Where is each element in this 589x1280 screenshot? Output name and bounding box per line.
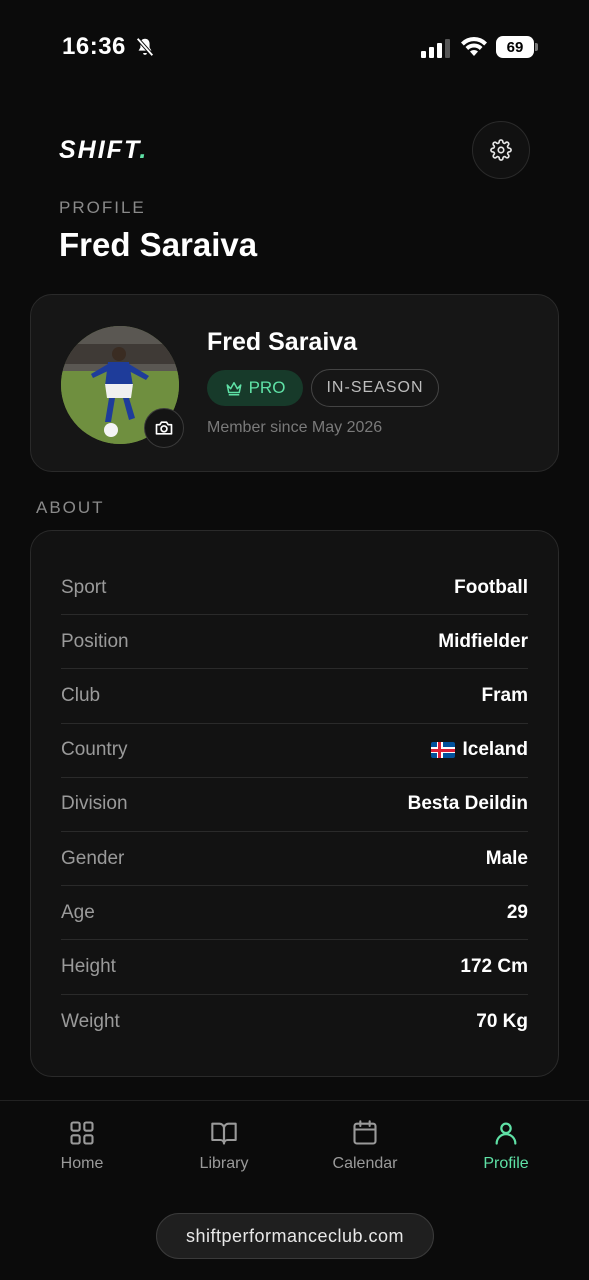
- section-eyebrow: PROFILE: [59, 198, 146, 217]
- logo-text: SHIFT: [59, 136, 140, 164]
- about-row-height: Height 172 Cm: [61, 940, 528, 995]
- about-card: Sport Football Position Midfielder Club …: [30, 530, 559, 1077]
- pro-badge: PRO: [207, 370, 303, 406]
- country-name: Iceland: [462, 739, 528, 761]
- about-row-position: Position Midfielder: [61, 615, 528, 670]
- change-photo-button[interactable]: [144, 408, 184, 448]
- home-grid-icon: [70, 1121, 94, 1145]
- nav-library[interactable]: Library: [174, 1119, 274, 1173]
- about-section-label: ABOUT: [36, 498, 105, 517]
- about-value: 172 Cm: [460, 955, 528, 977]
- user-icon: [495, 1122, 517, 1145]
- about-row-division: Division Besta Deildin: [61, 778, 528, 832]
- pro-badge-label: PRO: [248, 378, 286, 397]
- about-key: Club: [61, 684, 101, 706]
- about-value: Midfielder: [438, 630, 528, 652]
- profile-card: Fred Saraiva PRO IN-SEASON Member since …: [30, 294, 559, 472]
- about-value: 29: [506, 901, 528, 923]
- about-row-weight: Weight 70 Kg: [61, 995, 528, 1049]
- settings-button[interactable]: [472, 121, 530, 179]
- about-value-country: Iceland: [430, 739, 528, 761]
- about-key: Age: [61, 901, 95, 923]
- about-value: Male: [485, 847, 528, 869]
- battery-level: 69: [496, 36, 534, 58]
- status-bar: 16:36 69: [0, 0, 589, 96]
- about-key: Division: [61, 793, 128, 815]
- season-badge: IN-SEASON: [311, 369, 439, 407]
- about-value: Besta Deildin: [407, 793, 528, 815]
- about-row-age: Age 29: [61, 886, 528, 941]
- calendar-icon: [353, 1120, 377, 1145]
- url-bar[interactable]: shiftperformanceclub.com: [156, 1213, 434, 1259]
- member-since: Member since May 2026: [207, 419, 383, 436]
- crown-icon: [226, 382, 242, 396]
- about-key: Sport: [61, 576, 107, 598]
- bell-off-icon: [136, 37, 154, 57]
- battery-nub: [535, 43, 538, 51]
- nav-home[interactable]: Home: [32, 1119, 132, 1173]
- about-row-country: Country Iceland: [61, 724, 528, 778]
- iceland-flag-icon: [430, 742, 455, 759]
- profile-name: Fred Saraiva: [207, 328, 358, 356]
- nav-profile[interactable]: Profile: [456, 1119, 556, 1173]
- bottom-nav: Home Library Calendar Profile: [0, 1100, 589, 1196]
- about-row-gender: Gender Male: [61, 832, 528, 887]
- about-value: Fram: [481, 684, 528, 706]
- wifi-icon: [461, 36, 487, 56]
- gear-icon: [490, 139, 512, 161]
- about-key: Gender: [61, 847, 125, 869]
- shift-logo: SHIFT.: [59, 136, 148, 165]
- logo-dot: .: [139, 136, 149, 164]
- nav-label: Library: [199, 1155, 249, 1172]
- profile-screen: 16:36 69 SHIFT. PROFILE Fred Saraiva Fre…: [0, 0, 589, 1280]
- about-key: Position: [61, 630, 129, 652]
- page-title: Fred Saraiva: [59, 226, 258, 263]
- camera-icon: [155, 421, 173, 435]
- battery-indicator: 69: [496, 36, 538, 58]
- about-key: Country: [61, 739, 128, 761]
- nav-label: Profile: [483, 1155, 529, 1172]
- nav-calendar[interactable]: Calendar: [315, 1119, 415, 1173]
- signal-icon: [421, 39, 450, 58]
- about-row-sport: Sport Football: [61, 561, 528, 616]
- nav-label: Home: [60, 1155, 104, 1172]
- book-icon: [211, 1122, 237, 1145]
- about-row-club: Club Fram: [61, 669, 528, 724]
- nav-label: Calendar: [332, 1155, 398, 1172]
- about-key: Weight: [61, 1010, 120, 1032]
- about-key: Height: [61, 955, 116, 977]
- status-time: 16:36: [62, 33, 126, 60]
- about-value: 70 Kg: [476, 1010, 528, 1032]
- about-value: Football: [454, 576, 528, 598]
